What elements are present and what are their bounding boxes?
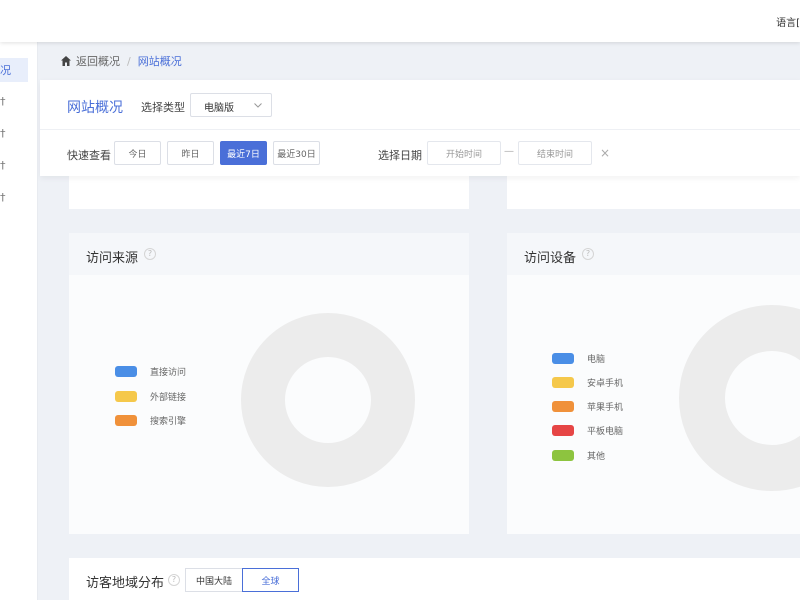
filter-row-type: 网站概况 选择类型 电脑版: [40, 80, 800, 130]
start-date-input[interactable]: 开始时间: [427, 141, 501, 165]
date-label: 选择日期: [378, 149, 422, 162]
help-icon[interactable]: ?: [168, 574, 180, 586]
legend-swatch: [115, 365, 137, 377]
legend-item[interactable]: 外部链接: [115, 390, 187, 403]
card-device-title: 访问设备: [524, 251, 577, 266]
type-label: 选择类型: [141, 101, 185, 114]
legend-label: 搜索引擎: [150, 416, 187, 427]
quick-view-label: 快速查看: [67, 149, 111, 162]
legend-label: 直接访问: [150, 367, 187, 378]
end-date-input[interactable]: 结束时间: [518, 141, 592, 165]
card-body: 电脑 安卓手机 苹果手机 平板电脑 其他: [507, 275, 800, 534]
card-stub-left: [69, 176, 469, 209]
legend-item[interactable]: 电脑: [552, 352, 606, 365]
quick-yesterday-button[interactable]: 昨日: [167, 141, 214, 165]
breadcrumb-separator: /: [127, 54, 131, 68]
chevron-down-icon: [254, 103, 262, 108]
card-header: 访问设备 ?: [507, 233, 800, 275]
legend-item[interactable]: 直接访问: [115, 365, 187, 378]
quick-30days-button[interactable]: 最近30日: [273, 141, 320, 165]
legend-label: 其他: [587, 451, 606, 462]
card-source-title: 访问来源: [86, 251, 139, 266]
sidebar-item[interactable]: †: [0, 127, 6, 140]
sidebar-item[interactable]: †: [0, 191, 6, 204]
legend-label: 苹果手机: [587, 402, 624, 413]
legend-swatch: [552, 376, 574, 388]
legend-swatch: [552, 400, 574, 412]
legend-item[interactable]: 苹果手机: [552, 400, 624, 413]
help-icon[interactable]: ?: [582, 248, 594, 260]
type-select-value: 电脑版: [204, 103, 234, 114]
source-donut-chart[interactable]: [241, 313, 415, 487]
visitor-region-card: 访客地域分布 ? 中国大陆 全球: [69, 558, 800, 600]
legend-swatch: [115, 390, 137, 402]
legend-item[interactable]: 其他: [552, 449, 606, 462]
date-separator: —: [504, 146, 514, 157]
legend-label: 安卓手机: [587, 378, 624, 389]
breadcrumb: 返回概况 / 网站概况: [38, 42, 800, 80]
card-header: 访问来源 ?: [69, 233, 469, 275]
card-body: 直接访问 外部链接 搜索引擎: [69, 275, 469, 534]
legend-item[interactable]: 安卓手机: [552, 376, 624, 389]
filter-panel: 网站概况 选择类型 电脑版 快速查看 今日 昨日 最近7日 最近30日 选择日期…: [40, 80, 800, 176]
card-stub-right: [507, 176, 800, 209]
quick-7days-button[interactable]: 最近7日: [220, 141, 267, 165]
sidebar-item[interactable]: †: [0, 95, 6, 108]
quick-today-button[interactable]: 今日: [114, 141, 161, 165]
clear-date-icon[interactable]: ×: [600, 146, 610, 160]
sidebar-item-label: 况: [0, 64, 11, 77]
breadcrumb-back-link[interactable]: 返回概况: [76, 53, 120, 69]
top-bar: 语言[: [0, 0, 800, 42]
visit-device-card: 访问设备 ? 电脑 安卓手机 苹果手机 平板电脑 其他: [507, 233, 800, 534]
legend-item[interactable]: 搜索引擎: [115, 414, 187, 427]
card-region-title: 访客地域分布: [86, 576, 165, 591]
sidebar-item-overview[interactable]: 况: [0, 58, 28, 82]
legend-item[interactable]: 平板电脑: [552, 424, 624, 437]
legend-swatch: [115, 414, 137, 426]
legend-label: 平板电脑: [587, 426, 624, 437]
legend-label: 外部链接: [150, 392, 187, 403]
breadcrumb-current: 网站概况: [137, 55, 182, 68]
device-donut-chart[interactable]: [679, 305, 800, 491]
sidebar: 况 † † † †: [0, 42, 38, 600]
region-china-button[interactable]: 中国大陆: [185, 568, 243, 592]
region-global-button[interactable]: 全球: [242, 568, 299, 592]
legend-swatch: [552, 424, 574, 436]
visit-source-card: 访问来源 ? 直接访问 外部链接 搜索引擎: [69, 233, 469, 534]
help-icon[interactable]: ?: [144, 248, 156, 260]
legend-label: 电脑: [587, 354, 606, 365]
language-switcher[interactable]: 语言[: [776, 14, 800, 29]
legend-swatch: [552, 352, 574, 364]
sidebar-item[interactable]: †: [0, 159, 6, 172]
type-select[interactable]: 电脑版: [190, 93, 272, 117]
page-title: 网站概况: [67, 100, 123, 116]
legend-swatch: [552, 449, 574, 461]
home-icon[interactable]: [60, 55, 72, 67]
